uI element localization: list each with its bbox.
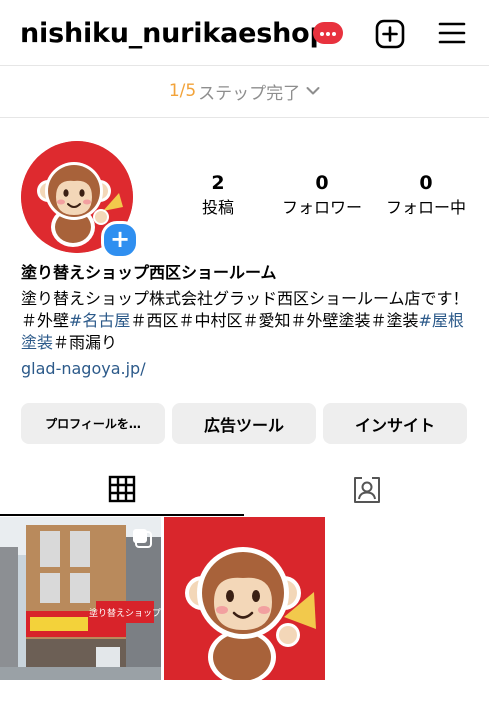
- profile-username[interactable]: nishiku_nurikaeshop: [20, 14, 329, 54]
- stat-posts[interactable]: 2 投稿: [158, 171, 278, 221]
- hamburger-menu-icon[interactable]: [438, 20, 466, 46]
- profile-display-name: 塗り替えショップ西区ショールーム: [21, 263, 277, 282]
- insights-button[interactable]: インサイト: [323, 403, 467, 444]
- stat-value: 0: [419, 172, 433, 194]
- stat-following[interactable]: 0 フォロー中: [366, 171, 486, 221]
- store-sign-text: 塗り替えショップ: [89, 607, 161, 619]
- post-thumbnail[interactable]: 塗り替えショップ: [0, 517, 161, 680]
- add-story-button[interactable]: +: [101, 221, 139, 259]
- stat-followers[interactable]: 0 フォロワー: [262, 171, 382, 221]
- plus-icon: +: [109, 225, 131, 253]
- more-dots-icon[interactable]: [313, 22, 343, 44]
- hashtag-link[interactable]: #名古屋: [69, 311, 130, 330]
- stat-value: 2: [211, 172, 225, 194]
- ad-tools-button[interactable]: 広告ツール: [172, 403, 316, 444]
- bio-text: ＃西区＃中村区＃愛知＃外壁塗装＃塗装: [130, 311, 419, 330]
- plus-square-icon[interactable]: [375, 19, 405, 49]
- edit-profile-button[interactable]: プロフィールを…: [21, 403, 165, 444]
- chevron-down-icon: [306, 87, 320, 95]
- stat-label: フォロー中: [385, 198, 466, 217]
- stat-value: 0: [315, 172, 329, 194]
- monkey-mascot-illustration: [164, 517, 325, 680]
- active-tab-indicator: [0, 514, 244, 516]
- grid-icon[interactable]: [108, 475, 136, 503]
- steps-fraction: 1/5: [168, 81, 197, 101]
- profile-website-link[interactable]: glad-nagoya.jp/: [21, 358, 146, 380]
- profile-bio: 塗り替えショップ株式会社グラッド西区ショールーム店です！＃外壁#名古屋＃西区＃中…: [21, 288, 471, 354]
- steps-progress[interactable]: 1/5 ステップ完了: [0, 66, 489, 116]
- steps-label: ステップ完了: [198, 83, 301, 104]
- carousel-icon: [133, 529, 152, 548]
- tagged-person-icon[interactable]: [352, 475, 382, 505]
- bio-text: ＃雨漏り: [53, 333, 118, 352]
- steps-divider: [0, 117, 489, 118]
- post-thumbnail[interactable]: [164, 517, 325, 680]
- stat-label: フォロワー: [281, 198, 362, 217]
- stat-label: 投稿: [201, 198, 234, 217]
